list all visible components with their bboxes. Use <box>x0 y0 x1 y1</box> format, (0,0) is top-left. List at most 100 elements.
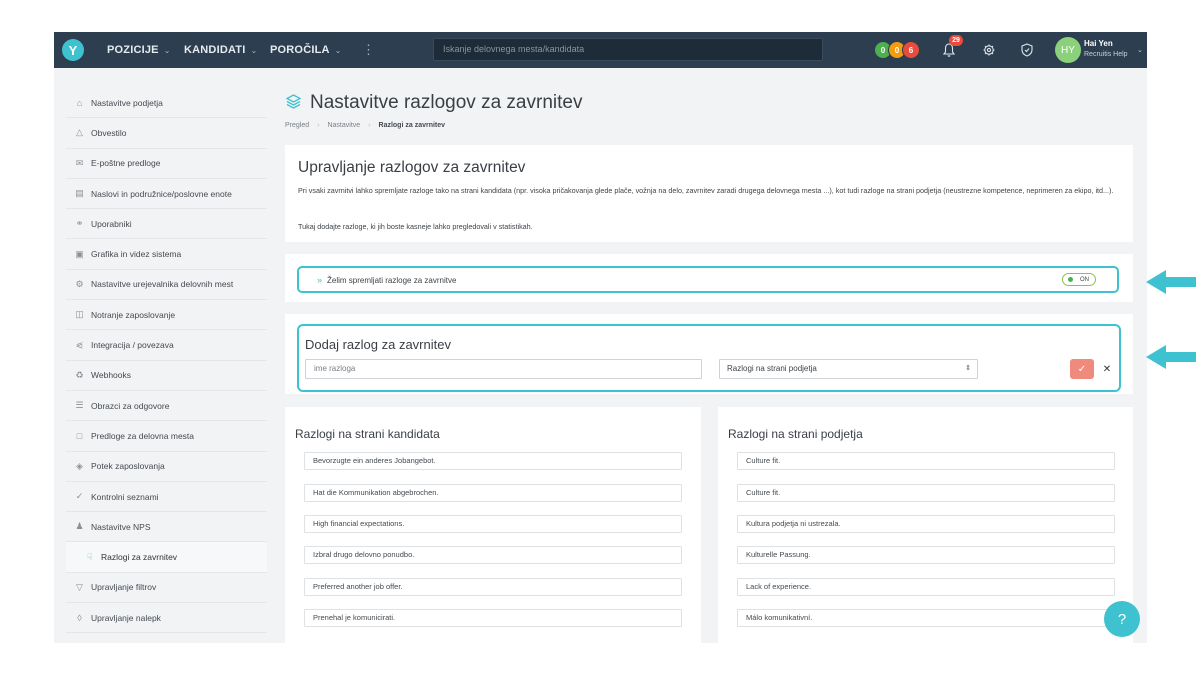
sidebar-item-label: Nastavitve urejevalnika delovnih mest <box>91 279 234 290</box>
intro-note: Tukaj dodajte razloge, ki jih boste kasn… <box>298 222 533 231</box>
sidebar-item-eposte[interactable]: ✉ E-poštne predloge <box>66 149 267 179</box>
confirm-add-button[interactable]: ✓ <box>1070 359 1094 379</box>
add-reason-form: Dodaj razlog za zavrnitev ime razloga Ra… <box>297 324 1121 392</box>
close-icon: ✕ <box>1102 363 1112 375</box>
company-reason-item[interactable]: Kulturelle Passung. <box>737 546 1115 564</box>
settings-sidebar: ⌂ Nastavitve podjetja △ Obvestilo ✉ E-poštn… <box>66 88 267 634</box>
image-icon: ▣ <box>75 248 84 259</box>
sidebar-item-grafika[interactable]: ▣ Grafika in videz sistema <box>66 239 267 270</box>
candidate-reason-item[interactable]: High financial expectations. <box>304 515 682 533</box>
company-reason-item[interactable]: Culture fit. <box>737 484 1115 502</box>
more-menu-icon[interactable]: ⋮ <box>362 32 375 68</box>
sidebar-item-nalepke[interactable]: ◊ Upravljanje nalepk <box>66 603 267 634</box>
sidebar-item-potek[interactable]: ◈ Potek zaposlovanja <box>66 452 267 482</box>
sidebar-item-naslovi[interactable]: ▤ Naslovi in podružnice/poslovne enote <box>66 179 267 210</box>
sidebar-item-predloge-delovna-mesta[interactable]: □ Predloge za delovna mesta <box>66 421 267 452</box>
company-reasons-panel: Razlogi na strani podjetja Culture fit. … <box>718 407 1133 643</box>
chevron-down-icon: ⌄ <box>250 45 258 55</box>
chevron-right-icon: › <box>368 122 371 129</box>
candidate-reasons-title: Razlogi na strani kandidata <box>295 427 440 441</box>
shield-icon[interactable] <box>1020 42 1034 58</box>
sidebar-item-obrazci[interactable]: ☰ Obrazci za odgovore <box>66 391 267 422</box>
sidebar-item-filtri[interactable]: ▽ Upravljanje filtrov <box>66 573 267 604</box>
sidebar-item-notranje-zaposlovanje[interactable]: ◫ Notranje zaposlovanje <box>66 300 267 331</box>
layers-icon: ◈ <box>76 460 83 471</box>
tracking-toggle-row: » Želim spremljati razloge za zavrnitve … <box>297 266 1119 293</box>
breadcrumb-link-nastavitve[interactable]: Nastavitve <box>327 122 360 129</box>
candidate-reason-item[interactable]: Izbral drugo delovno ponudbo. <box>304 546 682 564</box>
intro-description: Pri vsaki zavrnitvi lahko spremljate raz… <box>298 186 1114 195</box>
sidebar-item-label: E-poštne predloge <box>91 158 161 169</box>
sidebar-item-nps[interactable]: ♟ Nastavitve NPS <box>66 512 267 543</box>
sidebar-item-obvestilo[interactable]: △ Obvestilo <box>66 118 267 149</box>
company-reason-item[interactable]: Culture fit. <box>737 452 1115 470</box>
sidebar-item-label: Naslovi in podružnice/poslovne enote <box>91 188 232 199</box>
candidate-reasons-panel: Razlogi na strani kandidata Bevorzugte e… <box>285 407 701 643</box>
nav-pozicije[interactable]: POZICIJE ⌄ <box>107 32 171 68</box>
nav-label: POROČILA <box>270 44 330 56</box>
document-icon: □ <box>76 430 83 441</box>
top-navigation-bar: Y POZICIJE ⌄ KANDIDATI ⌄ POROČILA ⌄ ⋮ Iskan… <box>54 32 1147 68</box>
cancel-add-button[interactable]: ✕ <box>1101 359 1113 379</box>
notification-badge: 29 <box>949 35 963 46</box>
toggle-text: Želim spremljati razloge za zavrnitve <box>327 275 457 285</box>
bell-icon: △ <box>76 127 83 138</box>
logo-icon[interactable]: Y <box>62 39 84 61</box>
add-reason-title: Dodaj razlog za zavrnitev <box>305 337 451 352</box>
sidebar-item-label: Grafika in videz sistema <box>91 249 182 260</box>
user-avatar[interactable]: HY <box>1055 37 1081 63</box>
id-card-icon: ◫ <box>75 309 84 320</box>
sidebar-item-label: Nastavitve podjetja <box>91 97 163 108</box>
breadcrumb-current: Razlogi za zavrnitev <box>378 122 446 129</box>
candidate-reason-item[interactable]: Prenehal je komunicirati. <box>304 609 682 627</box>
sidebar-item-label: Integracija / povezava <box>91 340 174 351</box>
help-button[interactable]: ? <box>1104 601 1140 637</box>
check-circle-icon: ✓ <box>75 491 84 501</box>
nav-porocila[interactable]: POROČILA ⌄ <box>270 32 342 68</box>
sidebar-item-integracija[interactable]: ⪗ Integracija / povezava <box>66 330 267 361</box>
company-reason-item[interactable]: Málo komunikativní. <box>737 609 1115 627</box>
candidate-reason-item[interactable]: Preferred another job offer. <box>304 578 682 596</box>
chevron-down-icon[interactable]: ⌄ <box>1137 46 1143 54</box>
candidate-reason-item[interactable]: Hat die Kommunikation abgebrochen. <box>304 484 682 502</box>
sidebar-item-nastavitve-podjetja[interactable]: ⌂ Nastavitve podjetja <box>66 88 267 119</box>
share-icon: ⪗ <box>75 339 84 350</box>
counter-red[interactable]: 6 <box>902 41 920 59</box>
sidebar-item-label: Razlogi za zavrnitev <box>101 552 178 563</box>
tag-icon: ◊ <box>77 612 82 623</box>
sidebar-item-uporabniki[interactable]: ⚭ Uporabniki <box>66 209 267 240</box>
select-arrows-icon: ⇕ <box>965 365 971 372</box>
sidebar-item-urejevalnik[interactable]: ⚙ Nastavitve urejevalnika delovnih mest <box>66 270 267 301</box>
candidate-reason-item[interactable]: Bevorzugte ein anderes Jobangebot. <box>304 452 682 470</box>
company-reason-item[interactable]: Lack of experience. <box>737 578 1115 596</box>
nav-label: KANDIDATI <box>184 44 246 56</box>
tracking-toggle-label: » Želim spremljati razloge za zavrnitve <box>317 275 456 285</box>
status-counters[interactable]: 0 0 6 <box>874 41 920 59</box>
tracking-toggle-switch[interactable]: ON <box>1062 273 1096 286</box>
breadcrumb-link-pregled[interactable]: Pregled <box>285 122 309 129</box>
sidebar-item-webhooks[interactable]: ♻ Webhooks <box>66 361 267 391</box>
sidebar-item-label: Upravljanje filtrov <box>91 582 157 593</box>
sidebar-item-label: Uporabniki <box>91 218 132 229</box>
sidebar-item-label: Webhooks <box>91 370 132 381</box>
switch-state: ON <box>1080 276 1089 283</box>
company-reason-item[interactable]: Kultura podjetja ni ustrezala. <box>737 515 1115 533</box>
home-icon: ⌂ <box>76 97 83 108</box>
list-icon: ☰ <box>75 400 84 411</box>
search-input[interactable]: Iskanje delovnega mesta/kandidata <box>433 38 823 61</box>
sidebar-item-label: Potek zaposlovanja <box>91 461 165 472</box>
intro-title: Upravljanje razlogov za zavrnitev <box>298 159 526 176</box>
breadcrumb: Pregled › Nastavitve › Razlogi za zavrni… <box>285 122 445 129</box>
nav-kandidati[interactable]: KANDIDATI ⌄ <box>184 32 257 68</box>
sidebar-item-kontrolni-seznami[interactable]: ✓ Kontrolni seznami <box>66 482 267 513</box>
reason-name-input[interactable]: ime razloga <box>305 359 702 379</box>
add-reason-panel: Dodaj razlog za zavrnitev ime razloga Ra… <box>285 314 1133 394</box>
user-organization: Recruitis Help <box>1084 51 1128 58</box>
sidebar-item-razlogi-za-zavrnitev[interactable]: ☟ Razlogi za zavrnitev <box>66 542 267 573</box>
user-name[interactable]: Hai Yen <box>1084 39 1113 48</box>
settings-gear-icon[interactable] <box>982 42 996 58</box>
app-window: Y POZICIJE ⌄ KANDIDATI ⌄ POROČILA ⌄ ⋮ Iskan… <box>54 32 1147 643</box>
layers-icon <box>285 94 302 109</box>
reason-side-select[interactable]: Razlogi na strani podjetja ⇕ <box>719 359 978 379</box>
sidebar-item-label: Kontrolni seznami <box>91 491 159 502</box>
